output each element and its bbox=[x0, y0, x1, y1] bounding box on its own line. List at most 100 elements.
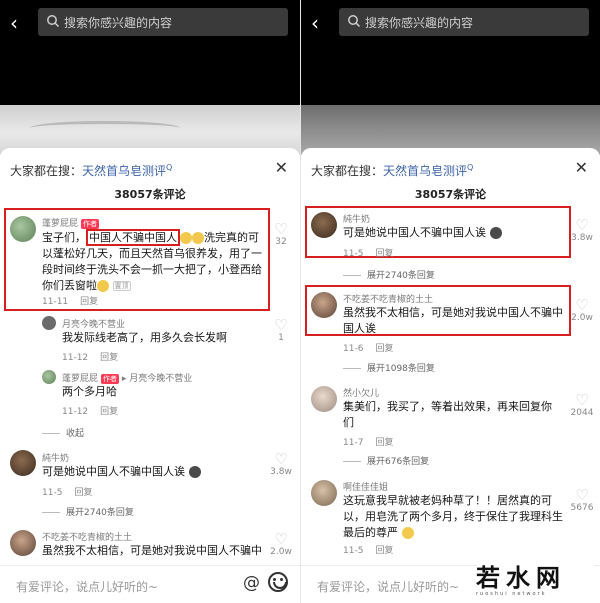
comment-text: 可是她说中国人不骗中国人诶 bbox=[343, 225, 553, 241]
comment-username[interactable]: 然小欠儿 bbox=[343, 386, 379, 399]
avatar[interactable] bbox=[10, 216, 36, 242]
comment-username[interactable]: 月亮今晚不营业 bbox=[62, 317, 125, 330]
hint-keyword[interactable]: 天然首乌皂测评 bbox=[383, 164, 467, 178]
comment-count: 38057条评论 bbox=[414, 188, 487, 201]
like-button[interactable]: ♡ 2.0w bbox=[567, 296, 597, 324]
comment-username[interactable]: 純牛奶 bbox=[343, 212, 370, 225]
author-badge: 作者 bbox=[81, 218, 100, 229]
like-button[interactable]: ♡ 2.0w bbox=[266, 530, 296, 558]
comment-date: 11-11 bbox=[42, 297, 69, 307]
highlighted-phrase: 中国人不骗中国人 bbox=[86, 229, 180, 246]
reply-button[interactable]: 回复 bbox=[375, 249, 393, 259]
avatar[interactable] bbox=[311, 386, 337, 412]
comment-username[interactable]: 啊佳佳佳姐 bbox=[343, 480, 388, 493]
comment-text-body: 可是她说中国人不骗中国人诶 bbox=[343, 226, 486, 239]
avatar[interactable] bbox=[42, 370, 56, 384]
close-icon[interactable]: ✕ bbox=[575, 158, 588, 177]
avatar[interactable] bbox=[311, 212, 337, 238]
left-screenshot: ‹ 搜索你感兴趣的内容 大家都在搜：天然首乌皂测评Q ✕ 38057条评论 蓬萝… bbox=[0, 0, 300, 603]
expand-replies[interactable]: 展开1098条回复 bbox=[343, 361, 435, 374]
close-icon[interactable]: ✕ bbox=[275, 158, 288, 177]
comment-date: 11-5 bbox=[42, 488, 63, 498]
comment-username[interactable]: 蓬萝屁屁 作者 bbox=[42, 216, 100, 229]
smile-emoji-icon bbox=[401, 527, 414, 539]
heart-icon: ♡ bbox=[575, 296, 589, 314]
like-count: 3.8w bbox=[270, 467, 292, 477]
comment-meta: 11-5 回复 bbox=[42, 485, 92, 498]
site-watermark-logo: 若水网 ruoshui network bbox=[476, 565, 594, 597]
comment-text: 集美们，我买了，等着出效果，再来回复你们 bbox=[343, 400, 552, 429]
reply-button[interactable]: 回复 bbox=[375, 438, 393, 448]
expand-replies[interactable]: 展开2740条回复 bbox=[343, 268, 435, 281]
comment-input[interactable]: 有爱评论，说点儿好听的~ bbox=[16, 578, 158, 595]
like-count: 2.0w bbox=[270, 547, 292, 557]
reply-target: 月亮今晚不营业 bbox=[129, 374, 193, 384]
wink-emoji-icon bbox=[97, 280, 109, 292]
comment-username[interactable]: 蓬萝屁屁 作者 ▸ 月亮今晚不营业 bbox=[62, 371, 192, 384]
reply-button[interactable]: 回复 bbox=[80, 297, 98, 307]
like-button[interactable]: ♡ 2044 bbox=[567, 393, 597, 419]
expand-replies[interactable]: 展开2740条回复 bbox=[42, 505, 134, 518]
avatar[interactable] bbox=[311, 480, 337, 506]
reply-button[interactable]: 回复 bbox=[74, 488, 92, 498]
reply-button[interactable]: 回复 bbox=[100, 407, 118, 417]
comment-text: 我发际线老高了，用多久会长发啊 bbox=[62, 331, 227, 344]
comment-input-bar: 有爱评论，说点儿好听的~ @ bbox=[0, 565, 300, 603]
search-hint[interactable]: 大家都在搜：天然首乌皂测评Q bbox=[311, 162, 473, 179]
hint-keyword[interactable]: 天然首乌皂测评 bbox=[82, 164, 166, 178]
heart-icon: ♡ bbox=[575, 486, 589, 504]
hint-prefix: 大家都在搜： bbox=[10, 164, 83, 178]
like-button[interactable]: ♡ 1 bbox=[266, 318, 296, 344]
watermark-subtext: ruoshui network bbox=[476, 591, 547, 597]
emoji-icon[interactable] bbox=[268, 572, 288, 592]
comment-count: 38057条评论 bbox=[114, 188, 186, 201]
back-arrow-icon[interactable]: ‹ bbox=[311, 12, 329, 34]
comment-meta: 11-11 回复 bbox=[42, 294, 98, 307]
like-button[interactable]: ♡ 32 bbox=[266, 220, 296, 248]
comment-date: 11-5 bbox=[343, 546, 364, 556]
like-button[interactable]: ♡ 5676 bbox=[567, 486, 597, 514]
hint-prefix: 大家都在搜： bbox=[311, 164, 384, 178]
pin-tag: 置顶 bbox=[112, 281, 131, 291]
grin-emoji-icon bbox=[180, 232, 192, 244]
username-text: 蓬萝屁屁 bbox=[62, 374, 99, 384]
comment-username[interactable]: 純牛奶 bbox=[42, 451, 69, 464]
comment-text: 虽然我不太相信，可是她对我说中国人不骗中 bbox=[42, 544, 262, 557]
search-bar[interactable]: 搜索你感兴趣的内容 bbox=[38, 8, 288, 36]
comment-meta: 11-5 回复 bbox=[343, 543, 393, 556]
like-button[interactable]: ♡ 3.8w bbox=[567, 218, 597, 244]
search-placeholder: 搜索你感兴趣的内容 bbox=[64, 16, 173, 30]
mention-icon[interactable]: @ bbox=[243, 573, 260, 593]
comment-text: 可是她说中国人不骗中国人诶 bbox=[42, 464, 242, 480]
like-button[interactable]: ♡ 3.8w bbox=[266, 452, 296, 478]
avatar[interactable] bbox=[42, 316, 56, 330]
heart-icon: ♡ bbox=[274, 220, 288, 238]
comment-text-body: 可是她说中国人不骗中国人诶 bbox=[42, 465, 185, 478]
reply-button[interactable]: 回复 bbox=[100, 353, 118, 363]
comment-username[interactable]: 不吃姜不吃青椒的土土 bbox=[42, 530, 132, 543]
heart-icon: ♡ bbox=[274, 530, 288, 548]
comment-date: 11-5 bbox=[343, 249, 364, 259]
comment-date: 11-6 bbox=[343, 344, 364, 354]
comment-username[interactable]: 不吃姜不吃青椒的土土 bbox=[343, 292, 433, 305]
avatar[interactable] bbox=[311, 292, 337, 318]
like-count: 2.0w bbox=[571, 313, 593, 323]
avatar[interactable] bbox=[10, 450, 36, 476]
avatar[interactable] bbox=[10, 530, 36, 556]
search-bar[interactable]: 搜索你感兴趣的内容 bbox=[339, 8, 589, 36]
reply-button[interactable]: 回复 bbox=[375, 344, 393, 354]
cat-emoji-icon bbox=[489, 227, 502, 239]
reply-button[interactable]: 回复 bbox=[375, 546, 393, 556]
back-arrow-icon[interactable]: ‹ bbox=[10, 12, 28, 34]
comment-sheet: 大家都在搜：天然首乌皂测评Q ✕ 38057条评论 蓬萝屁屁 作者 宝子们， 中国人… bbox=[0, 148, 300, 603]
comment-sheet: 大家都在搜：天然首乌皂测评Q ✕ 38057条评论 純牛奶 可是她说中国人不骗中… bbox=[301, 148, 600, 603]
search-placeholder: 搜索你感兴趣的内容 bbox=[365, 16, 474, 30]
hint-search-icon: Q bbox=[166, 163, 173, 172]
search-hint[interactable]: 大家都在搜：天然首乌皂测评Q bbox=[10, 162, 172, 179]
comment-input[interactable]: 有爱评论，说点儿好听的~ bbox=[317, 578, 459, 595]
collapse-replies[interactable]: 收起 bbox=[42, 426, 84, 439]
expand-replies[interactable]: 展开676条回复 bbox=[343, 454, 429, 467]
right-screenshot: ‹ 搜索你感兴趣的内容 大家都在搜：天然首乌皂测评Q ✕ 38057条评论 純牛… bbox=[300, 0, 600, 603]
like-count: 3.8w bbox=[571, 233, 593, 243]
author-badge: 作者 bbox=[101, 373, 120, 384]
